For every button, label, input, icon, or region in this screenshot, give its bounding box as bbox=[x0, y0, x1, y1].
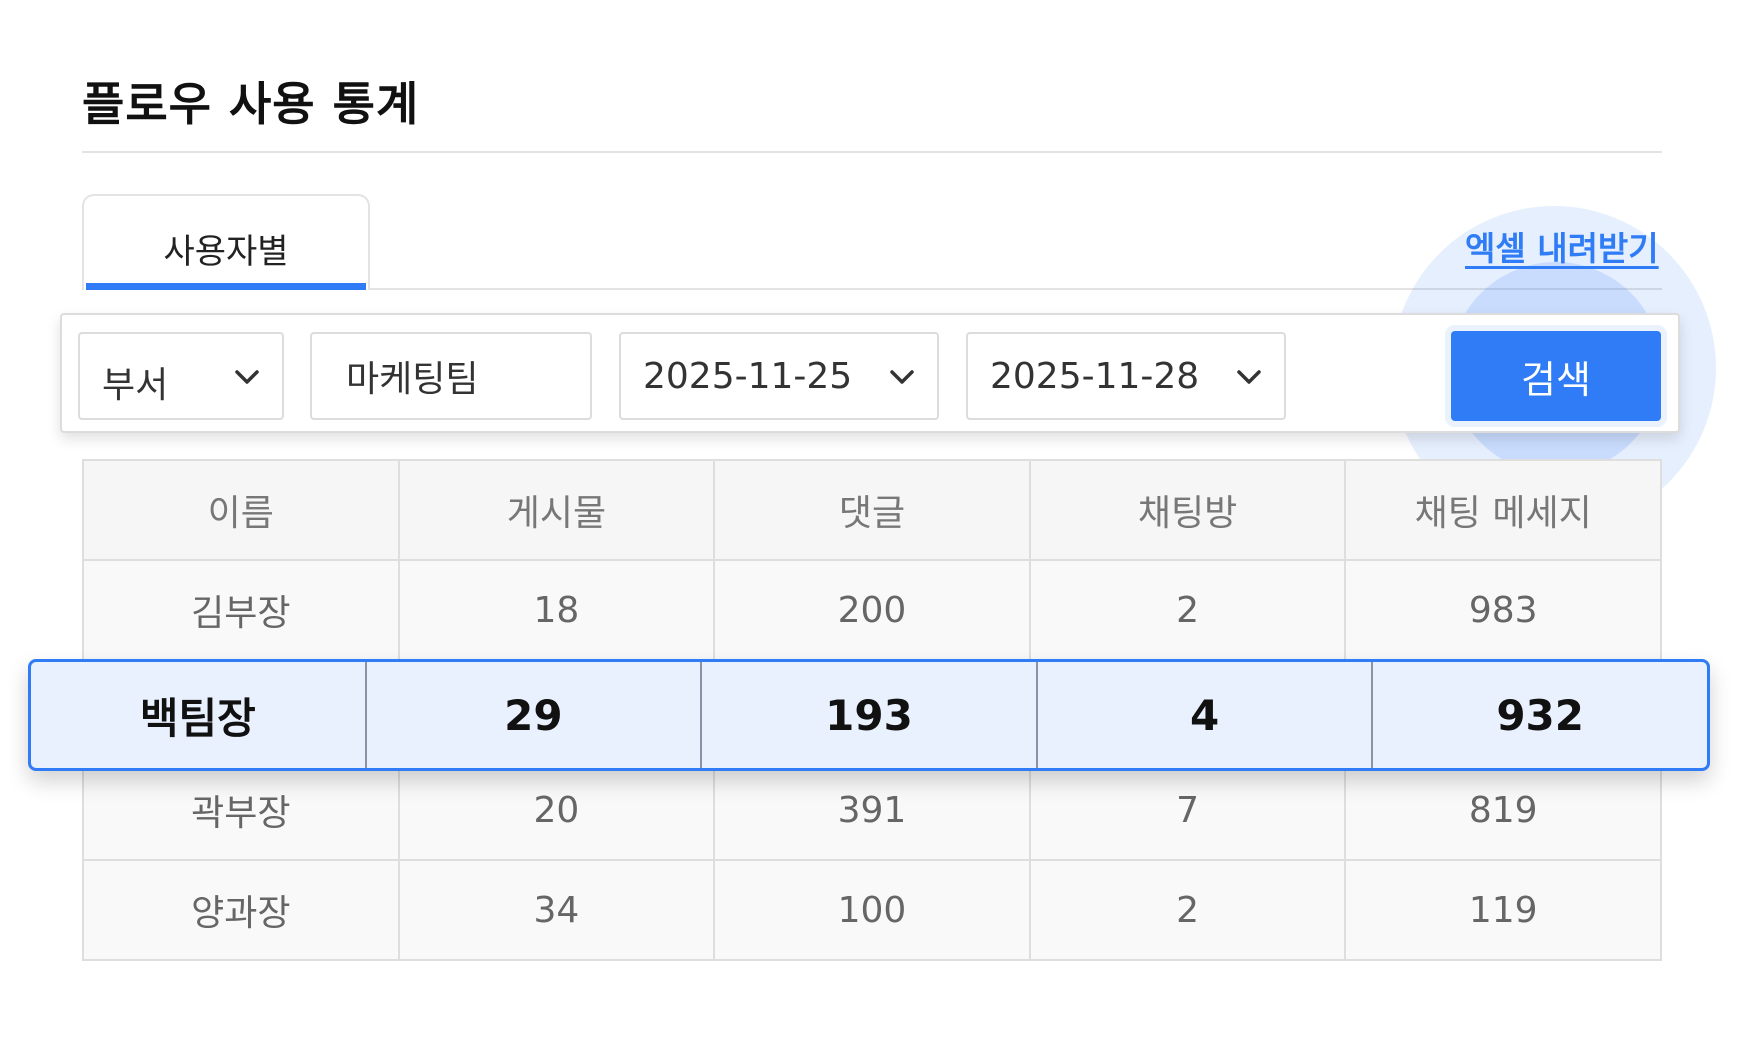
chevron-down-icon bbox=[1237, 370, 1261, 384]
cell-posts: 29 bbox=[364, 662, 701, 768]
column-header-comments: 댓글 bbox=[713, 459, 1031, 561]
table-row[interactable]: 곽부장 20 391 7 819 bbox=[82, 759, 1662, 861]
table-row[interactable]: 양과장 34 100 2 119 bbox=[82, 859, 1662, 961]
cell-chat-messages: 932 bbox=[1371, 662, 1707, 768]
cell-name: 김부장 bbox=[82, 559, 400, 661]
excel-download-link[interactable]: 엑셀 내려받기 bbox=[1465, 222, 1659, 270]
start-date-value: 2025-11-25 bbox=[643, 356, 853, 397]
tab-by-user[interactable]: 사용자별 bbox=[82, 194, 370, 290]
title-divider bbox=[82, 151, 1662, 153]
cell-chat-messages: 819 bbox=[1344, 759, 1662, 861]
tab-label: 사용자별 bbox=[163, 232, 289, 272]
keyword-input[interactable] bbox=[312, 334, 590, 418]
column-header-posts: 게시물 bbox=[397, 459, 716, 561]
cell-chat-rooms: 2 bbox=[1028, 859, 1347, 961]
cell-posts: 34 bbox=[397, 859, 716, 961]
category-select[interactable]: 부서 bbox=[78, 332, 284, 420]
highlighted-table-row[interactable]: 백팀장 29 193 4 932 bbox=[28, 659, 1710, 771]
cell-name: 백팀장 bbox=[139, 693, 256, 743]
cell-posts: 20 bbox=[397, 759, 716, 861]
cell-chat-rooms: 2 bbox=[1028, 559, 1347, 661]
column-header-chat-rooms: 채팅방 bbox=[1028, 459, 1347, 561]
cell-chat-rooms: 7 bbox=[1028, 759, 1347, 861]
start-date-select[interactable]: 2025-11-25 bbox=[619, 332, 939, 420]
column-header-name: 이름 bbox=[82, 459, 400, 561]
tab-active-indicator bbox=[86, 283, 366, 290]
cell-comments: 200 bbox=[713, 559, 1031, 661]
cell-chat-messages: 983 bbox=[1344, 559, 1662, 661]
column-header-chat-messages: 채팅 메세지 bbox=[1344, 459, 1662, 561]
chevron-down-icon bbox=[235, 370, 259, 384]
end-date-value: 2025-11-28 bbox=[990, 356, 1200, 397]
search-button[interactable]: 검색 bbox=[1451, 331, 1661, 421]
category-select-value: 부서 bbox=[102, 365, 169, 406]
cell-chat-messages: 119 bbox=[1344, 859, 1662, 961]
keyword-field[interactable] bbox=[310, 332, 592, 420]
cell-chat-rooms: 4 bbox=[1035, 662, 1372, 768]
cell-posts: 18 bbox=[397, 559, 716, 661]
end-date-select[interactable]: 2025-11-28 bbox=[966, 332, 1286, 420]
table-header-row: 이름 게시물 댓글 채팅방 채팅 메세지 bbox=[82, 459, 1662, 561]
cell-name: 곽부장 bbox=[82, 759, 400, 861]
filter-bar: 부서 2025-11-25 2025-11-28 검색 bbox=[60, 313, 1680, 433]
page-title: 플로우 사용 통계 bbox=[82, 77, 420, 131]
cell-name: 양과장 bbox=[82, 859, 400, 961]
chevron-down-icon bbox=[890, 370, 914, 384]
cell-comments: 100 bbox=[713, 859, 1031, 961]
table-row[interactable]: 김부장 18 200 2 983 bbox=[82, 559, 1662, 661]
cell-comments: 391 bbox=[713, 759, 1031, 861]
cell-comments: 193 bbox=[700, 662, 1036, 768]
